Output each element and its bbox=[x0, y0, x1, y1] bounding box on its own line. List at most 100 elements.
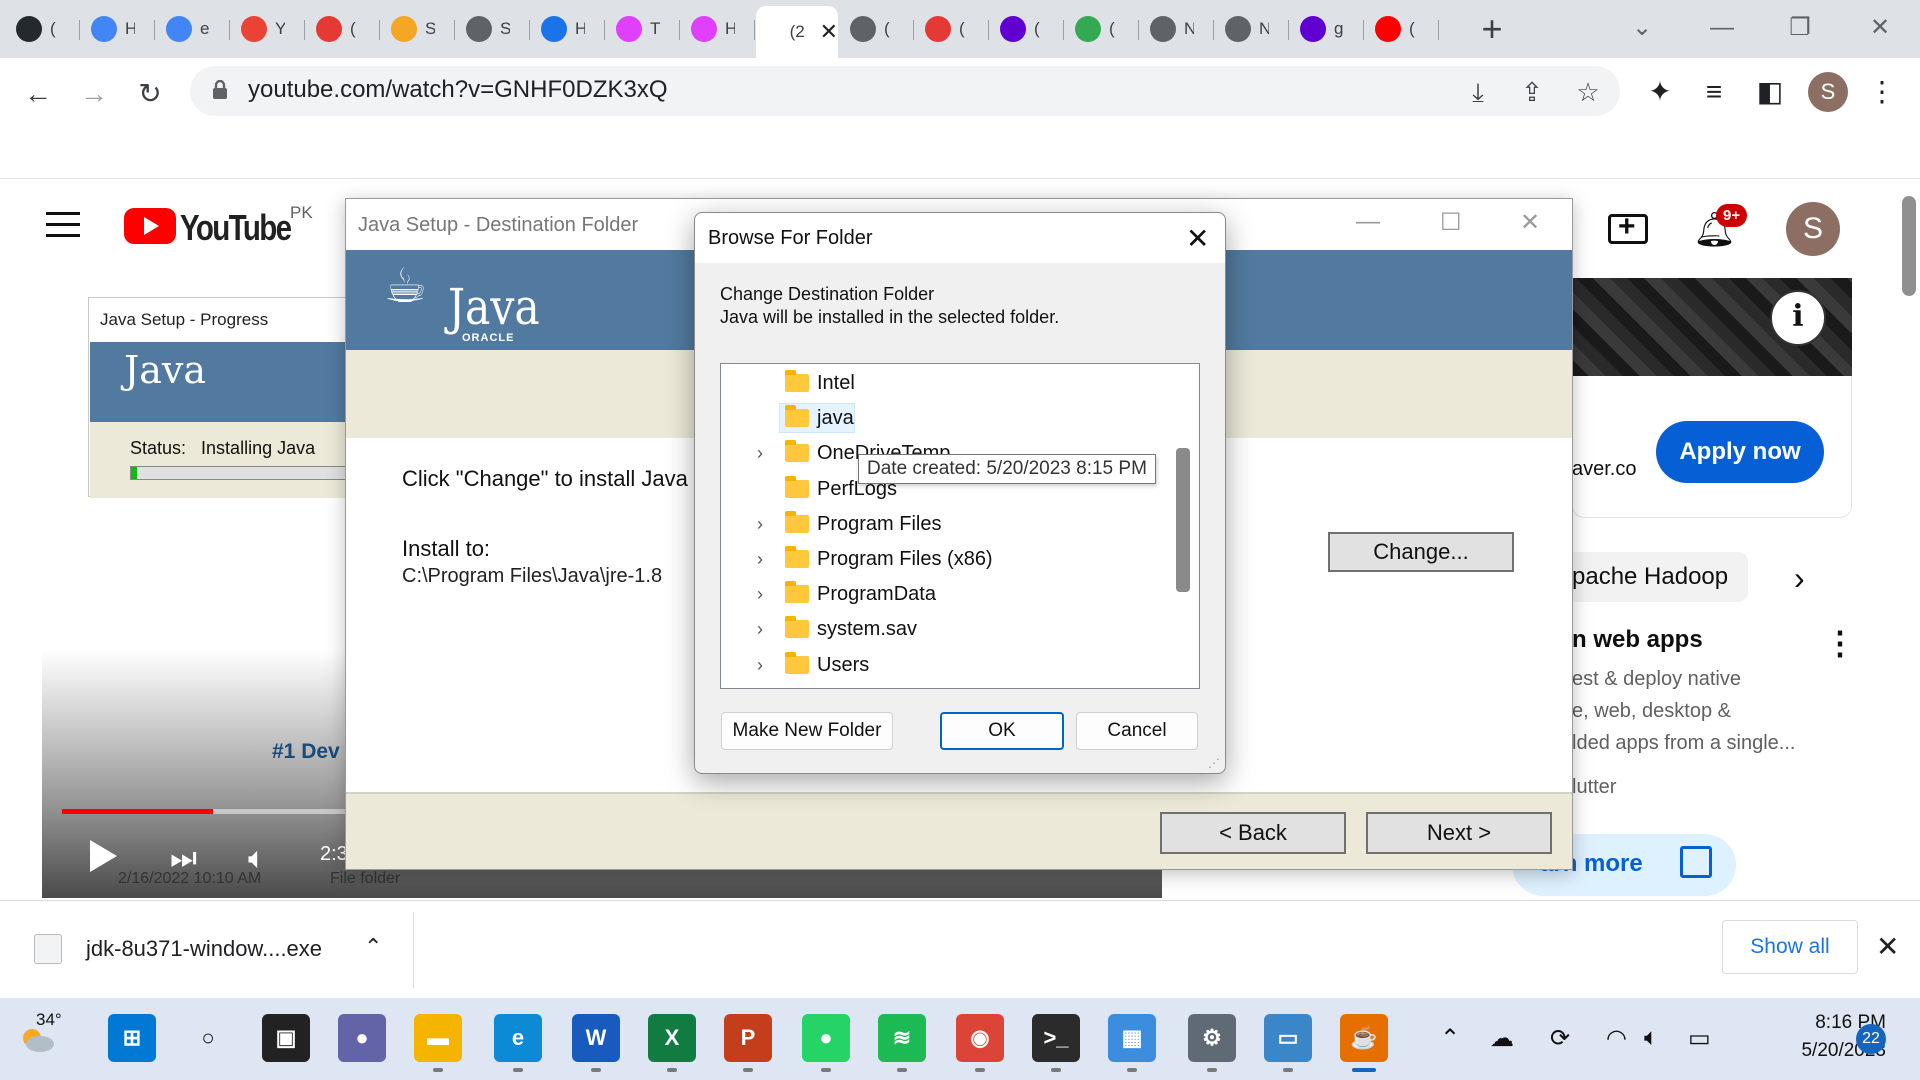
tree-item[interactable]: › Users bbox=[721, 648, 1171, 682]
tree-scrollbar[interactable] bbox=[1176, 448, 1190, 592]
folder-tree[interactable]: Inteljava›OneDriveTempPerfLogs›Program F… bbox=[720, 363, 1200, 689]
browser-tab[interactable]: N bbox=[1140, 8, 1214, 50]
expand-chevron-icon[interactable]: › bbox=[757, 584, 763, 605]
browser-tab[interactable]: ( bbox=[840, 8, 914, 50]
tree-item[interactable]: › Program Files (x86) bbox=[721, 542, 1171, 576]
show-all-button[interactable]: Show all bbox=[1722, 920, 1858, 974]
browser-tab[interactable]: T bbox=[606, 8, 680, 50]
expand-chevron-icon[interactable]: › bbox=[757, 514, 763, 535]
browser-tab[interactable]: g bbox=[1290, 8, 1364, 50]
ad2-title[interactable]: n web apps bbox=[1572, 626, 1703, 654]
browser-tab[interactable]: ( bbox=[1365, 8, 1439, 50]
excel-icon[interactable]: X bbox=[648, 1014, 696, 1062]
tree-item-selected[interactable]: java bbox=[721, 401, 1171, 435]
apply-now-button[interactable]: Apply now bbox=[1656, 421, 1824, 483]
browser-tab[interactable]: H bbox=[531, 8, 605, 50]
resize-grip-icon[interactable]: ⋰ bbox=[1208, 756, 1220, 770]
window-close-button[interactable]: ✕ bbox=[1852, 8, 1908, 48]
teams-chat-icon[interactable]: ● bbox=[338, 1014, 386, 1062]
make-new-folder-button[interactable]: Make New Folder bbox=[721, 712, 893, 750]
task-view-icon[interactable]: ▣ bbox=[262, 1014, 310, 1062]
browser-tab[interactable]: Y bbox=[231, 8, 305, 50]
forward-arrow-icon[interactable]: → bbox=[74, 74, 114, 114]
browser-tab[interactable]: ( bbox=[306, 8, 380, 50]
back-arrow-icon[interactable]: ← bbox=[18, 74, 58, 114]
remote-desktop-icon[interactable]: ▭ bbox=[1264, 1014, 1312, 1062]
youtube-wordmark[interactable]: YouTube bbox=[180, 207, 292, 249]
extensions-puzzle-icon[interactable]: ✦ bbox=[1640, 72, 1680, 112]
tree-item[interactable]: › Program Files bbox=[721, 507, 1171, 541]
browser-tab[interactable]: ( bbox=[990, 8, 1064, 50]
browser-tab[interactable]: H bbox=[681, 8, 755, 50]
minimize-button[interactable]: — bbox=[1694, 8, 1750, 48]
tab-search-chevron-icon[interactable]: ⌄ bbox=[1614, 8, 1670, 48]
tab-close-icon[interactable]: ✕ bbox=[820, 19, 838, 45]
chrome-menu-icon[interactable]: ⋮ bbox=[1862, 72, 1902, 112]
spotify-icon[interactable]: ≋ bbox=[878, 1014, 926, 1062]
java-setup-maximize-icon[interactable]: ☐ bbox=[1440, 208, 1462, 237]
volume-tray-icon[interactable]: 🔈︎ bbox=[1644, 1024, 1658, 1052]
browser-tab[interactable]: S bbox=[381, 8, 455, 50]
expand-chevron-icon[interactable]: › bbox=[757, 655, 763, 676]
browser-tab[interactable]: ( bbox=[1065, 8, 1139, 50]
browser-tab-active[interactable]: (2 ✕ bbox=[756, 6, 838, 58]
battery-icon[interactable]: ▭ bbox=[1688, 1024, 1711, 1053]
onedrive-cloud-icon[interactable]: ☁︎ bbox=[1490, 1024, 1514, 1053]
dialog-close-icon[interactable]: ✕ bbox=[1186, 222, 1209, 255]
browser-tab[interactable]: ( bbox=[915, 8, 989, 50]
show-hidden-icons-chevron-icon[interactable]: ⌃ bbox=[1440, 1024, 1460, 1053]
browser-tab[interactable]: S bbox=[456, 8, 530, 50]
download-filename[interactable]: jdk-8u371-window....exe bbox=[86, 936, 322, 962]
file-explorer-icon[interactable]: ▬ bbox=[414, 1014, 462, 1062]
media-queue-icon[interactable]: ≡ bbox=[1694, 72, 1734, 112]
chrome-icon[interactable]: ◉ bbox=[956, 1014, 1004, 1062]
expand-chevron-icon[interactable]: › bbox=[757, 619, 763, 640]
control-panel-icon[interactable]: ▦ bbox=[1108, 1014, 1156, 1062]
chip-next-chevron-icon[interactable]: › bbox=[1794, 560, 1805, 597]
change-button[interactable]: Change... bbox=[1328, 532, 1514, 572]
ok-button[interactable]: OK bbox=[940, 712, 1064, 750]
settings-icon[interactable]: ⚙ bbox=[1188, 1014, 1236, 1062]
word-icon[interactable]: W bbox=[572, 1014, 620, 1062]
java-setup-minimize-icon[interactable]: — bbox=[1356, 208, 1380, 236]
page-scrollbar[interactable] bbox=[1902, 196, 1916, 296]
java-setup-close-icon[interactable]: ✕ bbox=[1520, 208, 1540, 237]
expand-chevron-icon[interactable]: › bbox=[757, 549, 763, 570]
install-app-icon[interactable]: ⤓ bbox=[1460, 74, 1496, 110]
whatsapp-icon[interactable]: ● bbox=[802, 1014, 850, 1062]
youtube-avatar[interactable]: S bbox=[1786, 202, 1840, 256]
side-panel-icon[interactable]: ◧ bbox=[1750, 72, 1790, 112]
browser-tab[interactable]: N bbox=[1215, 8, 1289, 50]
share-icon[interactable]: ⇪ bbox=[1514, 74, 1550, 110]
notification-count-badge[interactable]: 22 bbox=[1856, 1024, 1886, 1054]
back-button[interactable]: < Back bbox=[1160, 812, 1346, 854]
expand-chevron-icon[interactable]: › bbox=[757, 443, 763, 464]
menu-hamburger-icon[interactable] bbox=[46, 212, 80, 238]
terminal-icon[interactable]: >_ bbox=[1032, 1014, 1080, 1062]
profile-avatar[interactable]: S bbox=[1808, 72, 1848, 112]
powerpoint-icon[interactable]: P bbox=[724, 1014, 772, 1062]
chevron-up-icon[interactable]: ⌃ bbox=[364, 934, 382, 960]
download-bar-close-icon[interactable]: ✕ bbox=[1876, 930, 1899, 963]
info-icon[interactable]: i bbox=[1770, 290, 1826, 346]
filter-chip-hadoop[interactable]: pache Hadoop bbox=[1572, 552, 1748, 602]
next-button[interactable]: Next > bbox=[1366, 812, 1552, 854]
tree-item[interactable]: › system.sav bbox=[721, 612, 1171, 646]
search-icon[interactable]: ○ bbox=[184, 1014, 232, 1062]
play-icon[interactable] bbox=[90, 840, 117, 872]
new-tab-button[interactable]: + bbox=[1472, 10, 1512, 50]
tree-item[interactable]: Intel bbox=[721, 366, 1171, 400]
wifi-icon[interactable]: ◠ bbox=[1606, 1024, 1627, 1053]
maximize-button[interactable]: ❐ bbox=[1772, 8, 1828, 48]
tree-item[interactable]: › ProgramData bbox=[721, 577, 1171, 611]
more-options-icon[interactable]: ⋮ bbox=[1824, 624, 1856, 662]
cancel-button[interactable]: Cancel bbox=[1076, 712, 1198, 750]
edge-icon[interactable]: e bbox=[494, 1014, 542, 1062]
reload-icon[interactable]: ↻ bbox=[130, 74, 170, 114]
bookmark-star-icon[interactable]: ☆ bbox=[1570, 74, 1606, 110]
browser-tab[interactable]: e bbox=[156, 8, 230, 50]
start-icon[interactable]: ⊞ bbox=[108, 1014, 156, 1062]
sync-icon[interactable]: ⟳ bbox=[1550, 1024, 1570, 1053]
lock-icon[interactable] bbox=[212, 79, 228, 100]
java-installer-icon[interactable]: ☕ bbox=[1340, 1014, 1388, 1062]
